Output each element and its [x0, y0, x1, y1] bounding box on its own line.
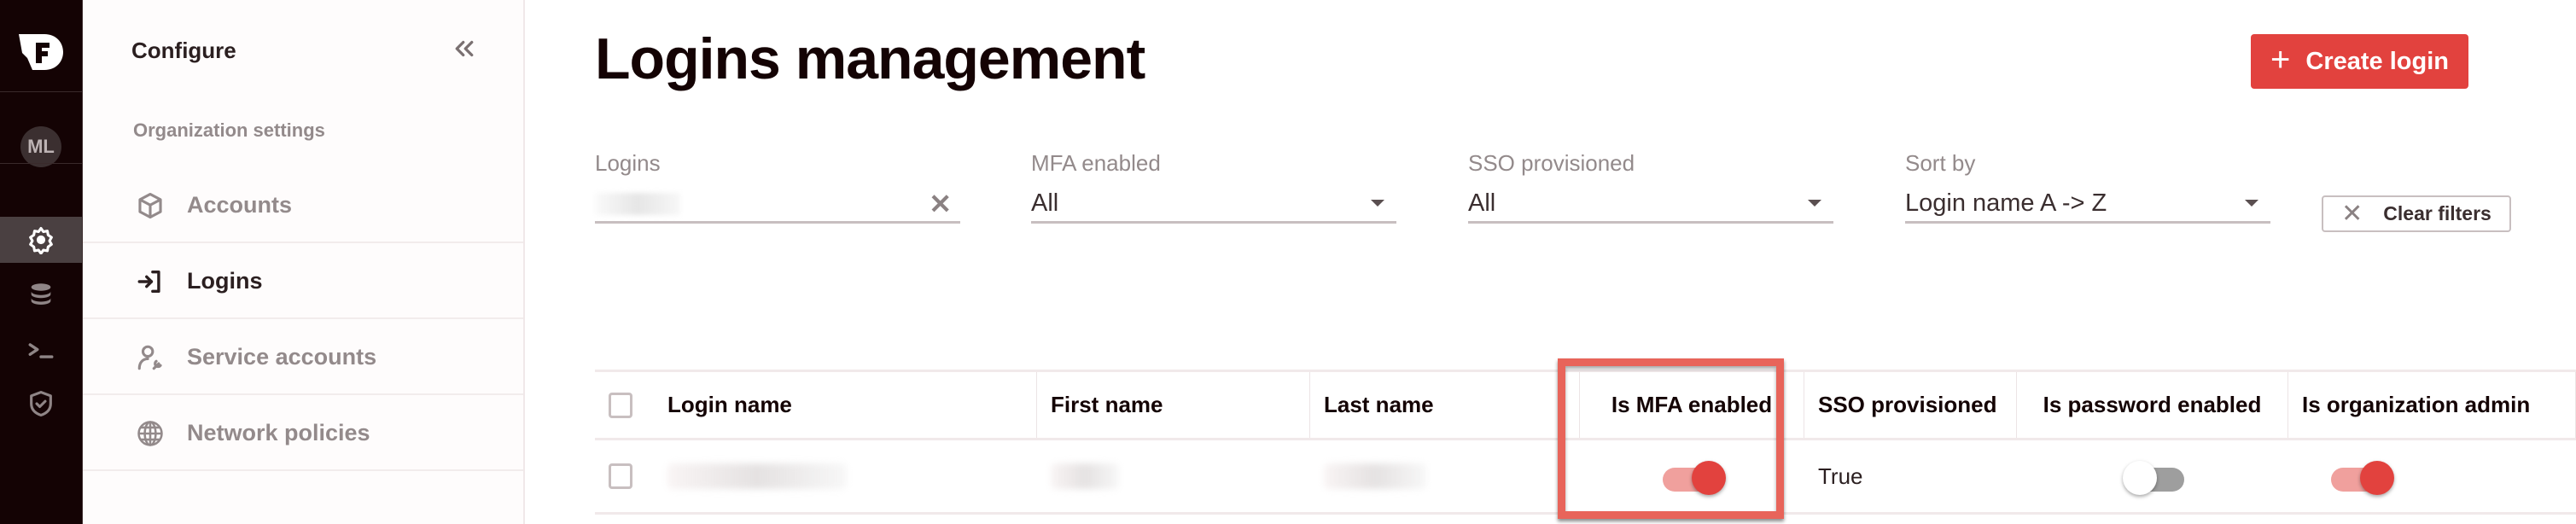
- user-wrench-icon: [137, 345, 162, 370]
- column-header-is-password-enabled[interactable]: Is password enabled: [2017, 372, 2288, 438]
- row-checkbox[interactable]: [609, 463, 632, 489]
- column-header-is-organization-admin[interactable]: Is organization admin: [2288, 372, 2576, 438]
- sidebar-item-label: Network policies: [187, 420, 370, 445]
- sidebar-item-network-policies[interactable]: Network policies: [83, 397, 523, 471]
- logins-table: Login name First name Last name Is MFA e…: [595, 370, 2576, 515]
- sidebar-item-label: Logins: [187, 268, 263, 294]
- terminal-icon: [28, 343, 54, 358]
- sort-filter-label: Sort by: [1905, 150, 1976, 176]
- cube-icon: [138, 192, 162, 218]
- mfa-filter-label: MFA enabled: [1031, 150, 1161, 176]
- rail-nav-terminal[interactable]: [0, 328, 82, 374]
- is-organization-admin-cell: [2288, 440, 2576, 512]
- redacted-last-name: [1324, 463, 1426, 489]
- redacted-login-name: [667, 463, 847, 489]
- mfa-select-value: All: [1031, 189, 1059, 217]
- rail-divider: [0, 163, 82, 164]
- app-rail: ML: [0, 0, 83, 524]
- last-name-cell: [1310, 440, 1580, 512]
- logins-filter-label: Logins: [595, 150, 661, 176]
- rail-nav-data[interactable]: [0, 271, 82, 317]
- logins-filter: Logins ✕: [595, 150, 960, 224]
- sidebar-section-label: Organization settings: [133, 119, 325, 141]
- main-content: Logins management + Create login Logins …: [527, 0, 2576, 524]
- toggle-knob: [2123, 461, 2157, 495]
- sso-filter-label: SSO provisioned: [1468, 150, 1635, 176]
- rail-nav-configure[interactable]: [0, 217, 82, 263]
- sidebar-item-label: Service accounts: [187, 344, 377, 370]
- double-chevron-left-icon: [455, 40, 474, 57]
- sidebar-item-logins[interactable]: Logins: [83, 245, 523, 319]
- is-mfa-enabled-cell: [1580, 440, 1804, 512]
- sidebar-item-label: Accounts: [187, 192, 293, 218]
- fivetran-logo[interactable]: [19, 32, 65, 72]
- login-name-cell: [646, 440, 1037, 512]
- create-login-button[interactable]: + Create login: [2251, 34, 2468, 89]
- table-header-row: Login name First name Last name Is MFA e…: [595, 370, 2576, 438]
- caret-down-icon: [1371, 200, 1384, 207]
- organization-admin-toggle[interactable]: [2331, 459, 2394, 495]
- rail-divider: [0, 91, 82, 92]
- login-icon: [137, 270, 160, 293]
- sort-select-value: Login name A -> Z: [1905, 189, 2107, 217]
- create-login-label: Create login: [2305, 47, 2449, 75]
- clear-filters-button[interactable]: ✕ Clear filters: [2322, 195, 2511, 232]
- redacted-value: [595, 193, 680, 215]
- avatar[interactable]: ML: [20, 126, 61, 167]
- redacted-first-name: [1051, 463, 1119, 489]
- caret-down-icon: [1808, 200, 1821, 207]
- configure-sidebar: Configure Organization settings Accounts…: [83, 0, 525, 524]
- mfa-select[interactable]: All: [1031, 188, 1396, 224]
- globe-icon: [137, 420, 163, 446]
- sort-select[interactable]: Login name A -> Z: [1905, 188, 2270, 224]
- plus-icon: +: [2270, 41, 2291, 79]
- first-name-cell: [1037, 440, 1310, 512]
- gear-icon: [29, 226, 53, 254]
- database-icon: [31, 283, 51, 306]
- mfa-enabled-toggle[interactable]: [1662, 459, 1726, 495]
- password-enabled-toggle[interactable]: [2123, 459, 2184, 495]
- sidebar-item-accounts[interactable]: Accounts: [83, 169, 523, 243]
- column-header-first-name[interactable]: First name: [1037, 372, 1310, 438]
- select-all-cell: [595, 372, 646, 438]
- sso-filter: SSO provisioned All: [1468, 150, 1833, 224]
- toggle-knob: [2360, 461, 2394, 495]
- row-select-cell: [595, 440, 646, 512]
- rail-nav-security[interactable]: [0, 381, 82, 427]
- is-password-enabled-cell: [2017, 440, 2288, 512]
- page-title: Logins management: [595, 26, 1145, 91]
- mfa-filter: MFA enabled All: [1031, 150, 1396, 224]
- sso-select-value: All: [1468, 189, 1496, 217]
- sso-select[interactable]: All: [1468, 188, 1833, 224]
- clear-input-icon[interactable]: ✕: [929, 188, 952, 220]
- column-header-is-mfa-enabled[interactable]: Is MFA enabled: [1580, 372, 1804, 438]
- sidebar-item-service-accounts[interactable]: Service accounts: [83, 321, 523, 395]
- logins-search-input[interactable]: ✕: [595, 188, 960, 224]
- column-header-sso-provisioned[interactable]: SSO provisioned: [1804, 372, 2017, 438]
- sso-provisioned-cell: True: [1818, 463, 1863, 489]
- toggle-knob: [1691, 461, 1726, 495]
- collapse-sidebar-button[interactable]: [452, 36, 477, 61]
- table-row[interactable]: True: [595, 438, 2576, 515]
- column-header-login-name[interactable]: Login name: [646, 372, 1037, 438]
- sort-filter: Sort by Login name A -> Z: [1905, 150, 2270, 224]
- select-all-checkbox[interactable]: [609, 392, 632, 418]
- sidebar-title: Configure: [131, 38, 236, 63]
- column-header-last-name[interactable]: Last name: [1310, 372, 1580, 438]
- shield-check-icon: [30, 390, 52, 417]
- clear-filters-label: Clear filters: [2383, 202, 2491, 224]
- close-icon: ✕: [2341, 200, 2363, 228]
- caret-down-icon: [2245, 200, 2258, 207]
